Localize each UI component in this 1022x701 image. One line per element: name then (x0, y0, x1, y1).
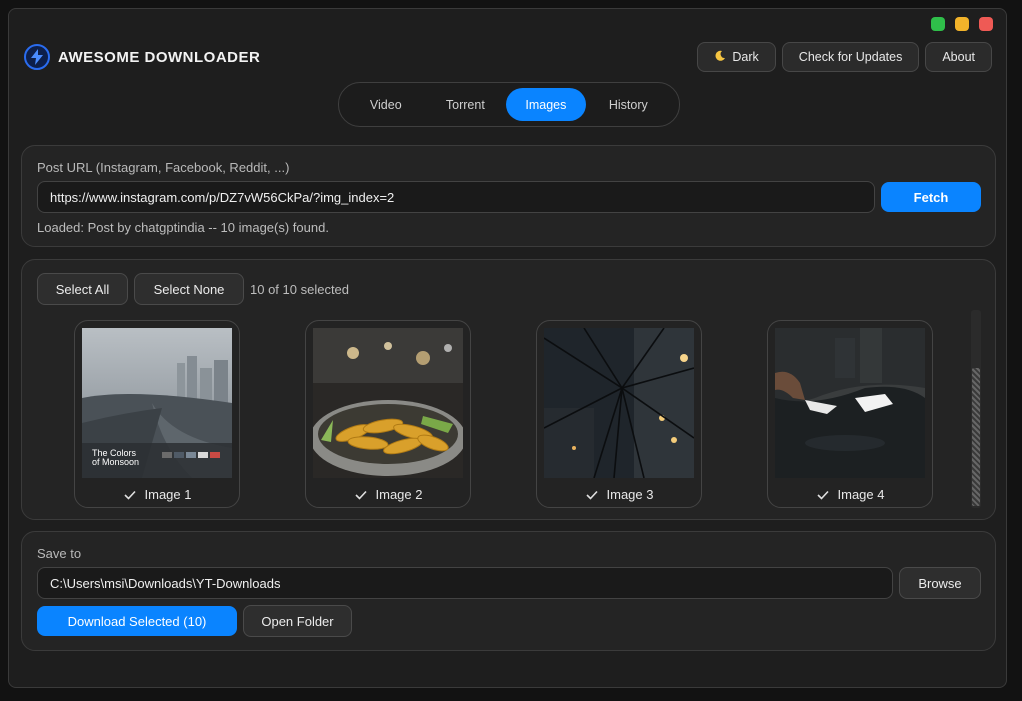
image-label[interactable]: Image 4 (768, 487, 932, 502)
about-button[interactable]: About (925, 42, 992, 72)
gallery-scrollbar[interactable] (971, 310, 981, 508)
thumbnail-overlay-text: The Colors of Monsoon (92, 448, 139, 467)
app-title: AWESOME DOWNLOADER (58, 48, 261, 66)
check-icon (585, 490, 598, 500)
main-tabs: Video Torrent Images History (338, 82, 680, 127)
selection-count: 10 of 10 selected (250, 282, 350, 297)
tab-video[interactable]: Video (347, 88, 425, 121)
load-status: Loaded: Post by chatgptindia -- 10 image… (37, 220, 329, 235)
check-updates-button[interactable]: Check for Updates (781, 42, 920, 72)
select-none-button[interactable]: Select None (134, 273, 244, 305)
save-panel: Save to C:\Users\msi\Downloads\YT-Downlo… (21, 531, 996, 651)
image-card[interactable]: Image 3 (536, 320, 702, 508)
scrollbar-thumb[interactable] (972, 368, 980, 506)
tab-torrent[interactable]: Torrent (425, 88, 506, 121)
lightning-icon (24, 44, 50, 70)
url-label: Post URL (Instagram, Facebook, Reddit, .… (37, 160, 290, 175)
check-icon (354, 490, 367, 500)
theme-toggle-button[interactable]: Dark (697, 42, 776, 72)
open-folder-button[interactable]: Open Folder (243, 605, 352, 637)
image-label[interactable]: Image 3 (537, 487, 701, 502)
check-icon (123, 490, 136, 500)
image-label[interactable]: Image 1 (75, 487, 239, 502)
image-thumbnail[interactable] (313, 328, 463, 478)
image-thumbnail[interactable]: The Colors of Monsoon (82, 328, 232, 478)
tab-images[interactable]: Images (506, 88, 586, 121)
image-thumbnail[interactable] (544, 328, 694, 478)
image-thumbnail[interactable] (775, 328, 925, 478)
browse-button[interactable]: Browse (899, 567, 981, 599)
tab-history[interactable]: History (586, 88, 671, 121)
app-window: AWESOME DOWNLOADER Dark Check for Update… (8, 8, 1007, 688)
check-icon (816, 490, 829, 500)
download-selected-button[interactable]: Download Selected (10) (37, 606, 237, 636)
image-card[interactable]: Image 2 (305, 320, 471, 508)
gallery-panel: Select All Select None 10 of 10 selected (21, 259, 996, 520)
maximize-button[interactable] (931, 17, 945, 31)
save-path-input[interactable]: C:\Users\msi\Downloads\YT-Downloads (37, 567, 893, 599)
brand: AWESOME DOWNLOADER (24, 44, 260, 70)
image-label[interactable]: Image 2 (306, 487, 470, 502)
fetch-button[interactable]: Fetch (881, 182, 981, 212)
theme-label: Dark (732, 50, 759, 64)
window-controls (931, 17, 993, 31)
url-input[interactable]: https://www.instagram.com/p/DZ7vW56CkPa/… (37, 181, 875, 213)
save-to-label: Save to (37, 546, 82, 561)
close-button[interactable] (979, 17, 993, 31)
minimize-button[interactable] (955, 17, 969, 31)
image-card[interactable]: Image 4 (767, 320, 933, 508)
url-panel: Post URL (Instagram, Facebook, Reddit, .… (21, 145, 996, 247)
select-all-button[interactable]: Select All (37, 273, 128, 305)
moon-icon (714, 50, 726, 65)
image-card[interactable]: The Colors of Monsoon Image 1 (74, 320, 240, 508)
header-actions: Dark Check for Updates About (697, 42, 992, 72)
